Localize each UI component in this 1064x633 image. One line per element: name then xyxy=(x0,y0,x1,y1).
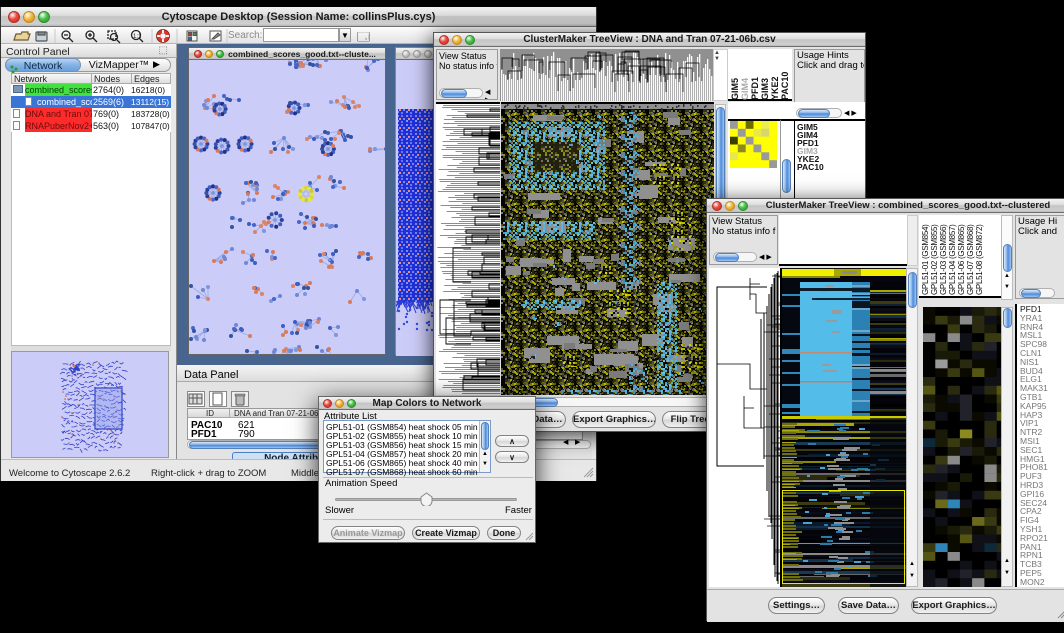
svg-text:1:1: 1:1 xyxy=(133,34,142,40)
